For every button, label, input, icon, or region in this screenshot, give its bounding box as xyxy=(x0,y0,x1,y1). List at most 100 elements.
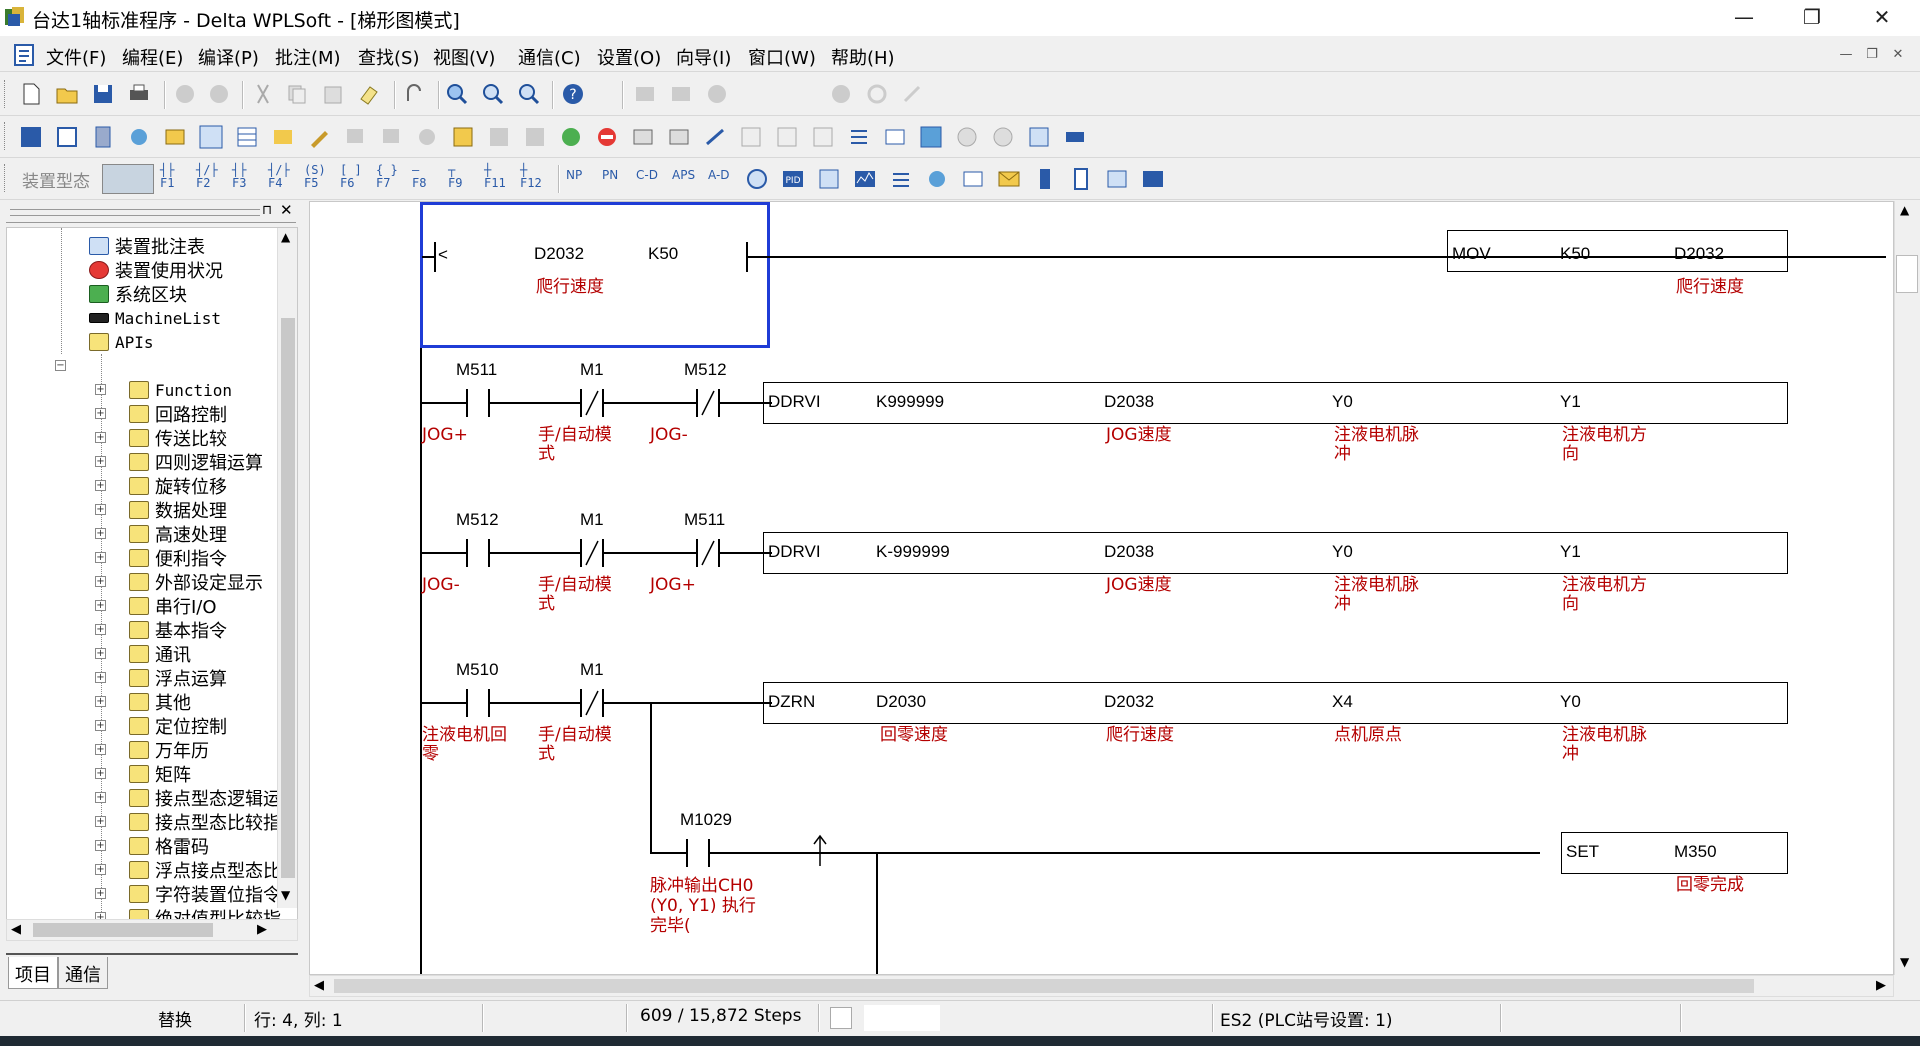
stacked-blocks-icon[interactable] xyxy=(960,166,986,192)
scroll-left-arrow[interactable]: ◀ xyxy=(11,922,21,937)
tree-item-matrix[interactable]: 矩阵 xyxy=(129,762,191,786)
ladder-mode-icon[interactable] xyxy=(54,124,80,150)
edit-comment-icon[interactable] xyxy=(162,124,188,150)
window-icon[interactable] xyxy=(918,124,944,150)
timer-icon[interactable] xyxy=(744,166,770,192)
scroll-right-arrow[interactable]: ▶ xyxy=(1876,978,1886,993)
paste-icon[interactable] xyxy=(320,81,346,107)
online-edit-icon[interactable] xyxy=(900,81,926,107)
device-comment-icon[interactable] xyxy=(198,124,224,150)
f6-button[interactable]: [ ] F6 xyxy=(340,164,362,190)
mdi-minimize-button[interactable]: — xyxy=(1836,46,1856,64)
expand-toggle[interactable]: + xyxy=(95,720,106,731)
tree-item-machine-list[interactable]: MachineList xyxy=(89,306,221,330)
scroll-up-arrow[interactable]: ▲ xyxy=(281,230,290,244)
f11-button[interactable]: ┼ F11 xyxy=(484,164,506,190)
tree-vscroll-thumb[interactable] xyxy=(281,318,295,878)
f4-button[interactable]: ┤/├ F4 xyxy=(268,164,290,190)
mdi-restore-button[interactable]: ❐ xyxy=(1862,46,1882,64)
menu-comment[interactable]: 批注(M) xyxy=(275,44,341,70)
tree-item-arithmetic[interactable]: 四则逻辑运算 xyxy=(129,450,263,474)
f12-button[interactable]: ┼ F12 xyxy=(520,164,542,190)
expand-toggle[interactable]: + xyxy=(95,816,106,827)
f2-button[interactable]: ┤/├ F2 xyxy=(196,164,218,190)
f5-button[interactable]: (S) F5 xyxy=(304,164,326,190)
print-preview-icon[interactable] xyxy=(522,124,548,150)
satellite-icon[interactable] xyxy=(702,124,728,150)
servo-icon[interactable] xyxy=(924,166,950,192)
toolbar-grip[interactable] xyxy=(4,80,7,108)
copy-icon[interactable] xyxy=(284,81,310,107)
menu-file[interactable]: 文件(F) xyxy=(46,44,106,70)
tree-item-system-block[interactable]: 系统区块 xyxy=(89,282,187,306)
stop-icon[interactable] xyxy=(704,81,730,107)
restore-button[interactable]: ❐ xyxy=(1780,0,1844,34)
f8-button[interactable]: — F8 xyxy=(412,164,426,190)
pointer-icon[interactable] xyxy=(126,124,152,150)
toolbar-grip[interactable] xyxy=(4,164,7,192)
ad-button[interactable]: A-D xyxy=(708,168,730,182)
expand-toggle[interactable]: + xyxy=(95,384,106,395)
grid-icon[interactable] xyxy=(486,124,512,150)
expand-toggle[interactable]: + xyxy=(95,456,106,467)
compile-icon[interactable] xyxy=(450,124,476,150)
expand-toggle[interactable]: + xyxy=(95,624,106,635)
tree-item-data-processing[interactable]: 数据处理 xyxy=(129,498,227,522)
list-lines-icon[interactable] xyxy=(846,124,872,150)
f7-button[interactable]: { } F7 xyxy=(376,164,398,190)
help-icon[interactable]: ? xyxy=(560,81,586,107)
settings-tool-icon[interactable] xyxy=(1062,124,1088,150)
search-instr-icon[interactable] xyxy=(990,124,1016,150)
jump-icon[interactable] xyxy=(402,81,428,107)
table-icon[interactable] xyxy=(234,124,260,150)
tab-project[interactable]: 项目 xyxy=(8,957,58,989)
expand-toggle[interactable]: + xyxy=(95,648,106,659)
cd-button[interactable]: C-D xyxy=(636,168,658,182)
menu-wizard[interactable]: 向导(I) xyxy=(676,44,731,70)
scroll-right-arrow[interactable]: ▶ xyxy=(257,922,267,937)
editor-hscrollbar[interactable]: ◀ ▶ xyxy=(309,975,1894,997)
scroll-up-arrow[interactable]: ▲ xyxy=(1900,203,1909,217)
menu-window[interactable]: 窗口(W) xyxy=(748,44,816,70)
memory-table-icon[interactable] xyxy=(270,124,296,150)
menu-settings[interactable]: 设置(O) xyxy=(597,44,661,70)
tab-communication[interactable]: 通信 xyxy=(58,957,108,989)
editor-hscroll-thumb[interactable] xyxy=(334,979,1754,993)
tree-item-basic[interactable]: 基本指令 xyxy=(129,618,227,642)
comm-icon-3[interactable] xyxy=(414,124,440,150)
menu-help[interactable]: 帮助(H) xyxy=(831,44,895,70)
expand-toggle[interactable]: + xyxy=(95,552,106,563)
expand-toggle[interactable]: + xyxy=(95,696,106,707)
r1-mov-instruction[interactable] xyxy=(1447,230,1788,272)
sfc-mode-icon[interactable] xyxy=(90,124,116,150)
open-folder-icon[interactable] xyxy=(54,81,80,107)
search-device-icon[interactable] xyxy=(954,124,980,150)
expand-toggle[interactable]: + xyxy=(95,864,106,875)
expansion-icon[interactable] xyxy=(1104,166,1130,192)
no-entry-icon[interactable] xyxy=(594,124,620,150)
monitor-icon[interactable] xyxy=(668,81,694,107)
close-button[interactable]: ✕ xyxy=(1850,0,1914,34)
tree-item-device-usage[interactable]: 装置使用状况 xyxy=(89,258,223,282)
tree-item-positioning[interactable]: 定位控制 xyxy=(129,714,227,738)
new-file-icon[interactable] xyxy=(18,81,44,107)
tree-item-float[interactable]: 浮点运算 xyxy=(129,666,227,690)
panel-close-icon[interactable]: ✕ xyxy=(280,201,293,219)
mail-icon[interactable] xyxy=(996,166,1022,192)
np-button[interactable]: NP xyxy=(566,168,582,182)
expand-toggle[interactable]: + xyxy=(95,672,106,683)
redo-icon[interactable] xyxy=(206,81,232,107)
expand-toggle[interactable]: + xyxy=(95,504,106,515)
network-map-icon[interactable] xyxy=(816,166,842,192)
expand-toggle[interactable]: + xyxy=(95,576,106,587)
tree-item-loop-control[interactable]: 回路控制 xyxy=(129,402,227,426)
tree-item-function[interactable]: Function xyxy=(129,378,232,402)
mdi-close-button[interactable]: ✕ xyxy=(1888,46,1908,64)
menu-search[interactable]: 查找(S) xyxy=(358,44,419,70)
eraser-icon[interactable] xyxy=(356,81,382,107)
minimize-button[interactable]: — xyxy=(1712,0,1776,34)
tree-hscroll-thumb[interactable] xyxy=(33,923,213,937)
tree-item-communication[interactable]: 通讯 xyxy=(129,642,191,666)
globe-icon[interactable] xyxy=(558,124,584,150)
menu-edit[interactable]: 编程(E) xyxy=(122,44,183,70)
